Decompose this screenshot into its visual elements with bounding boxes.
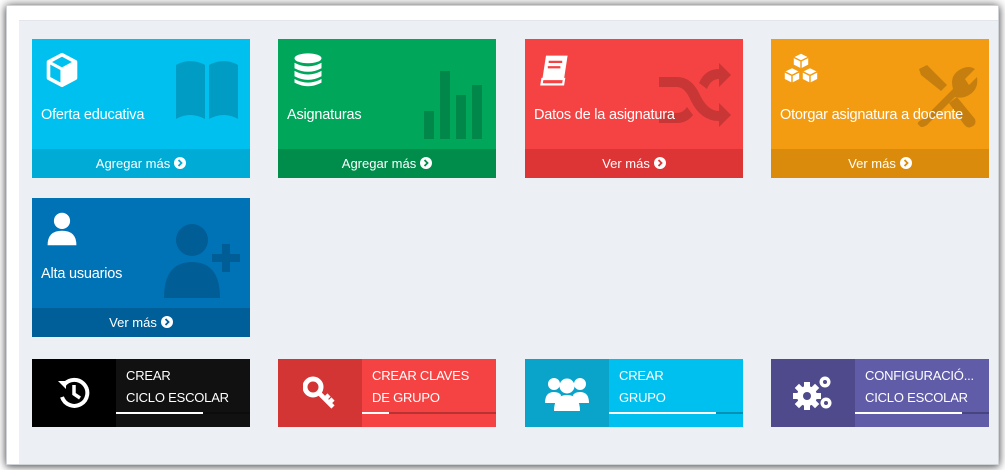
progress-fill [855, 412, 963, 414]
progress-fill [362, 412, 389, 414]
progress-bar [609, 412, 743, 414]
box-footer-link[interactable]: Ver más [32, 308, 250, 337]
box-footer-link[interactable]: Ver más [771, 149, 989, 178]
key-icon [303, 376, 335, 409]
box-body: Datos de la asignatura [525, 39, 743, 149]
footer-label: Ver más [602, 156, 650, 171]
cube-icon [46, 52, 78, 88]
crear-ciclo-escolar-button[interactable]: CREAR CICLO ESCOLAR [32, 359, 250, 427]
user-plus-icon [164, 224, 240, 298]
user-icon [47, 212, 77, 246]
button-line2: CICLO ESCOLAR [865, 390, 968, 405]
progress-fill [609, 412, 717, 414]
progress-bar [116, 412, 250, 414]
box-datos-asignatura: Datos de la asignatura Ver más [525, 39, 743, 178]
history-icon [58, 377, 90, 408]
progress-bar [855, 412, 989, 414]
box-label: Otorgar asignatura a docente [780, 107, 964, 123]
button-line1: CREAR CLAVES [372, 368, 470, 383]
button-line1: CREAR [619, 368, 664, 383]
box-footer-link[interactable]: Agregar más [278, 149, 496, 178]
button-icon-area [771, 359, 855, 427]
box-asignaturas: Asignaturas Agregar más [278, 39, 496, 178]
box-oferta-educativa: Oferta educativa Agregar más [32, 39, 250, 178]
cubes-icon [784, 53, 818, 83]
box-body: Oferta educativa [32, 39, 250, 149]
box-label: Alta usuarios [41, 266, 123, 282]
button-line2: DE GRUPO [372, 390, 440, 405]
progress-fill [116, 412, 204, 414]
box-label: Datos de la asignatura [534, 107, 675, 123]
footer-label: Ver más [109, 315, 157, 330]
frame-left-edge [7, 6, 19, 464]
footer-label: Ver más [848, 156, 896, 171]
button-line1: CONFIGURACIÓ... [865, 368, 974, 383]
box-otorgar-asignatura: Otorgar asignatura a docente Ver más [771, 39, 989, 178]
book-icon [176, 61, 238, 119]
crear-grupo-button[interactable]: CREAR GRUPO [525, 359, 743, 427]
box-label: Asignaturas [287, 107, 362, 123]
box-body: Alta usuarios [32, 198, 250, 308]
button-line1: CREAR [126, 368, 171, 383]
gears-icon [793, 376, 832, 410]
book-icon [540, 55, 568, 86]
crear-claves-grupo-button[interactable]: CREAR CLAVES DE GRUPO [278, 359, 496, 427]
arrow-circle-right-icon [899, 157, 912, 170]
box-alta-usuarios: Alta usuarios Ver más [32, 198, 250, 337]
database-icon [294, 53, 322, 87]
button-icon-area [525, 359, 609, 427]
button-icon-area [278, 359, 362, 427]
button-icon-area [32, 359, 116, 427]
bar-chart-icon [424, 71, 482, 139]
frame-top-edge [7, 6, 998, 21]
arrow-circle-right-icon [653, 157, 666, 170]
box-body: Otorgar asignatura a docente [771, 39, 989, 149]
footer-label: Agregar más [341, 156, 417, 171]
arrow-circle-right-icon [420, 157, 433, 170]
button-line2: GRUPO [619, 390, 666, 405]
box-body: Asignaturas [278, 39, 496, 149]
arrow-circle-right-icon [160, 316, 173, 329]
button-line2: CICLO ESCOLAR [126, 390, 229, 405]
dashboard-content: Oferta educativa Agregar más Asignaturas… [6, 5, 999, 465]
box-footer-link[interactable]: Agregar más [32, 149, 250, 178]
footer-label: Agregar más [95, 156, 171, 171]
box-footer-link[interactable]: Ver más [525, 149, 743, 178]
box-label: Oferta educativa [41, 107, 145, 123]
configuracion-ciclo-escolar-button[interactable]: CONFIGURACIÓ... CICLO ESCOLAR [771, 359, 989, 427]
users-icon [545, 378, 589, 411]
progress-bar [362, 412, 496, 414]
arrow-circle-right-icon [174, 157, 187, 170]
